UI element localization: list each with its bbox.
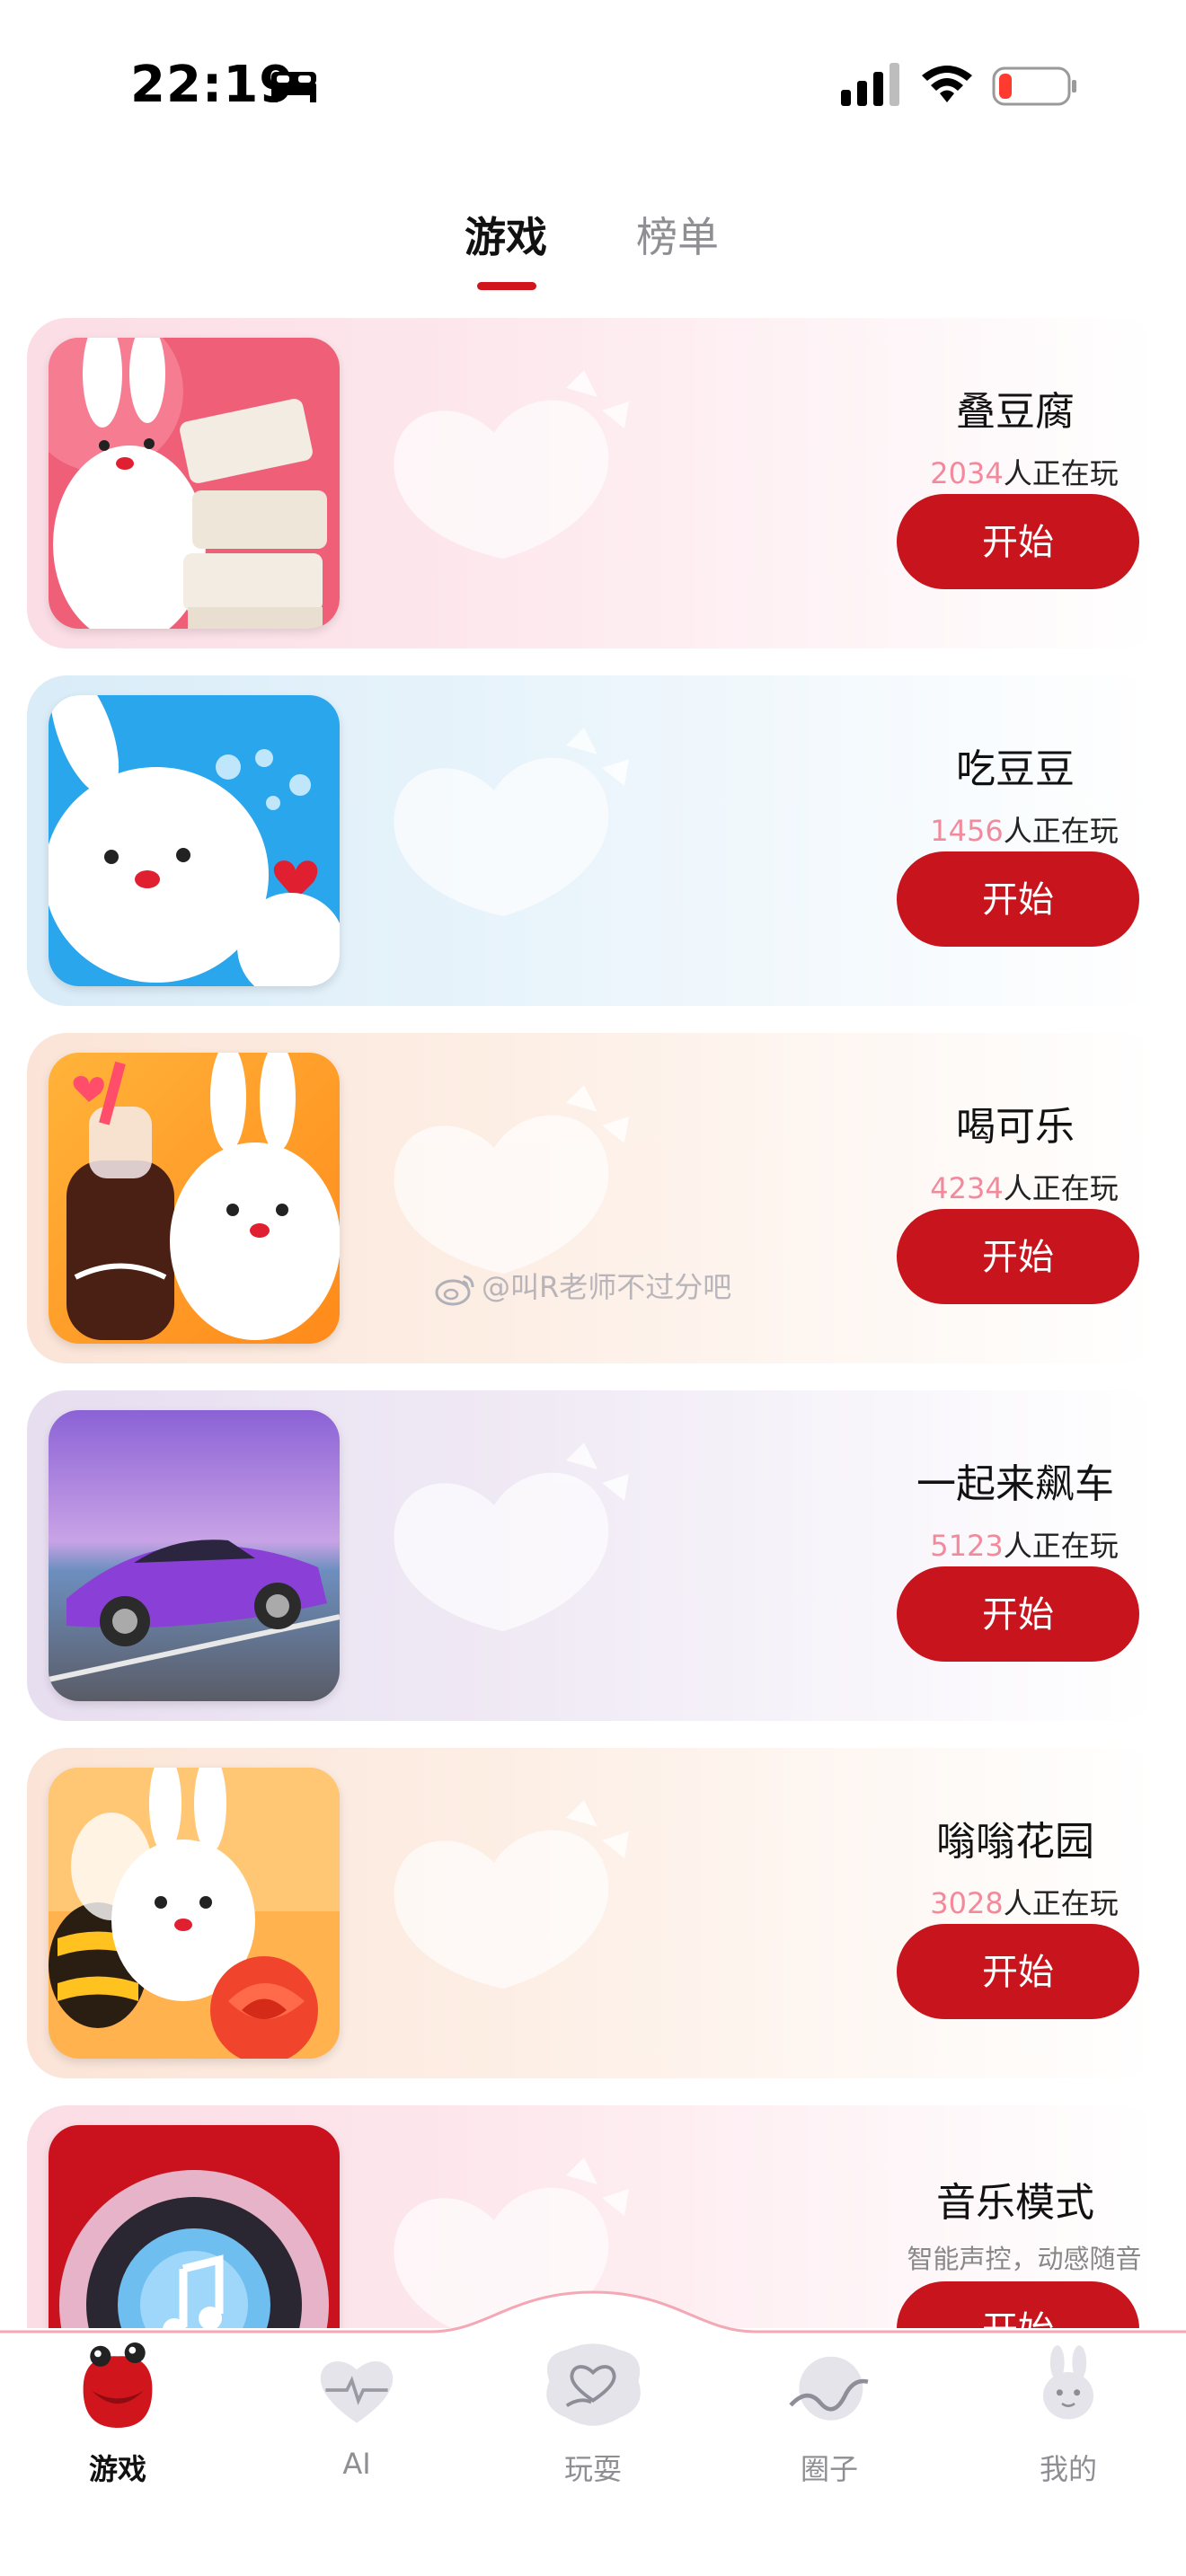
nav-item-games[interactable]: 游戏 <box>28 2281 208 2497</box>
player-count: 2034人正在玩 <box>930 456 1119 490</box>
game-card[interactable]: 叠豆腐 2034人正在玩 开始 <box>27 318 1159 648</box>
start-button[interactable]: 开始 <box>897 1566 1139 1662</box>
battery-low-icon <box>992 66 1076 106</box>
wifi-icon <box>922 66 972 102</box>
heart-decoration-icon <box>394 1442 629 1631</box>
player-count: 4234人正在玩 <box>930 1171 1119 1205</box>
heart-decoration-icon <box>394 1800 629 1989</box>
start-button[interactable]: 开始 <box>897 494 1139 589</box>
game-thumbnail[interactable] <box>49 1768 340 2059</box>
nav-label: 玩耍 <box>563 2452 622 2486</box>
top-tabs: 游戏 榜单 <box>0 205 1186 295</box>
bed-icon <box>271 72 316 102</box>
player-count: 5123人正在玩 <box>930 1529 1119 1563</box>
nav-item-play[interactable]: 玩耍 <box>503 2281 683 2497</box>
nav-label: 游戏 <box>88 2452 146 2486</box>
player-count: 1456人正在玩 <box>930 814 1119 848</box>
heart-decoration-icon <box>394 728 629 916</box>
game-title: 叠豆腐 <box>956 389 1075 435</box>
game-card[interactable]: 喝可乐 4234人正在玩 开始 <box>27 1033 1159 1363</box>
lips-mascot-icon <box>83 2342 153 2428</box>
start-button[interactable]: 开始 <box>897 1209 1139 1304</box>
game-title: 嗡嗡花园 <box>936 1819 1094 1865</box>
wave-circle-icon <box>789 2356 869 2421</box>
signal-icon <box>841 63 899 106</box>
player-count: 3028人正在玩 <box>930 1886 1119 1920</box>
nav-item-profile[interactable]: 我的 <box>978 2281 1158 2497</box>
game-subtitle: 智能声控，动感随音 <box>907 2244 1142 2274</box>
start-button[interactable]: 开始 <box>897 851 1139 947</box>
nav-label: AI <box>342 2447 371 2481</box>
game-title: 音乐模式 <box>936 2180 1094 2226</box>
heart-badge-icon <box>546 2343 641 2426</box>
game-card[interactable]: 嗡嗡花园 3028人正在玩 开始 <box>27 1748 1159 2078</box>
status-bar: 22:19 <box>0 0 1186 171</box>
bunny-icon <box>1043 2345 1093 2420</box>
game-card[interactable]: 一起来飙车 5123人正在玩 开始 <box>27 1390 1159 1721</box>
game-thumbnail[interactable] <box>49 695 340 986</box>
game-list[interactable]: 叠豆腐 2034人正在玩 开始 吃豆豆 1456人正在玩 开始 喝可乐 4234… <box>0 316 1186 2328</box>
nav-item-ai[interactable]: AI <box>267 2281 447 2497</box>
nav-item-circle[interactable]: 圈子 <box>739 2281 919 2497</box>
game-title: 吃豆豆 <box>956 746 1075 792</box>
active-tab-indicator <box>477 282 536 290</box>
tab-games[interactable]: 游戏 <box>465 205 547 264</box>
watermark: @叫R老师不过分吧 <box>433 1265 731 1310</box>
game-card[interactable]: 吃豆豆 1456人正在玩 开始 <box>27 675 1159 1006</box>
nav-label: 我的 <box>1039 2452 1097 2486</box>
heart-decoration-icon <box>394 370 629 559</box>
game-thumbnail[interactable] <box>49 338 340 629</box>
tab-leaderboard[interactable]: 榜单 <box>636 205 719 264</box>
start-button[interactable]: 开始 <box>897 1924 1139 2019</box>
nav-label: 圈子 <box>800 2452 858 2486</box>
heartbeat-icon <box>320 2360 394 2423</box>
game-thumbnail[interactable] <box>49 1410 340 1701</box>
game-thumbnail[interactable] <box>49 1053 340 1344</box>
bottom-nav: 游戏 AI 玩耍 圈子 我的 <box>0 2281 1186 2576</box>
game-title: 一起来飙车 <box>916 1461 1114 1507</box>
game-title: 喝可乐 <box>956 1104 1075 1150</box>
weibo-icon <box>435 1275 474 1306</box>
